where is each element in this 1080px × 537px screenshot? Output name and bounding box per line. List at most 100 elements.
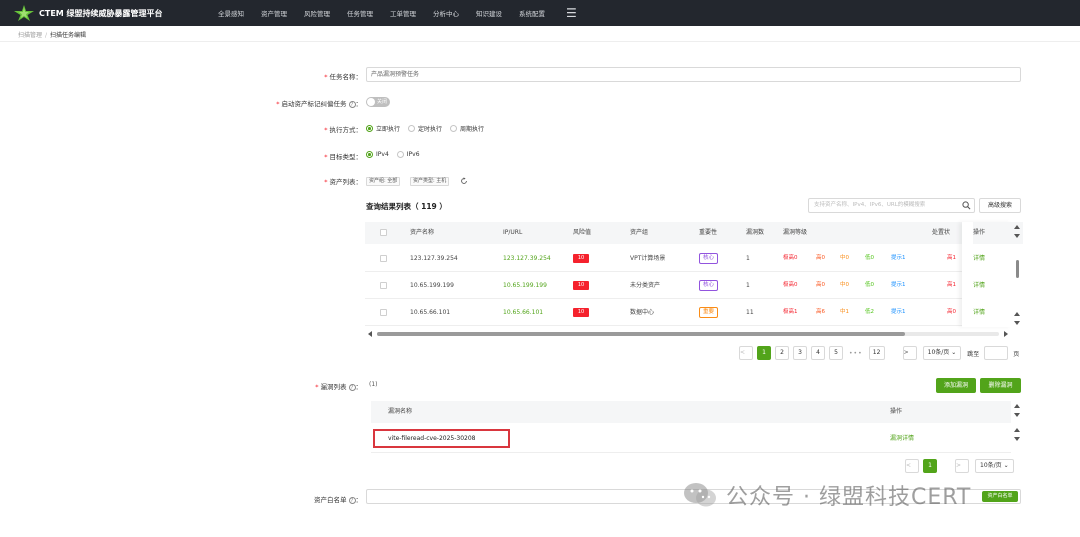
- nav-assets[interactable]: 资产管理: [261, 8, 287, 18]
- level-low: 低0: [865, 282, 874, 288]
- help-icon[interactable]: ?: [348, 100, 356, 108]
- help-icon[interactable]: ?: [348, 496, 356, 504]
- vuln-vertical-scrollbar[interactable]: [1013, 402, 1021, 452]
- prev-page-button[interactable]: <: [739, 346, 753, 360]
- row-checkbox[interactable]: [380, 282, 387, 289]
- radio-dot-icon: [450, 125, 458, 132]
- scroll-right-icon[interactable]: [1004, 331, 1008, 337]
- radio-periodic[interactable]: 周期执行: [450, 124, 484, 133]
- radio-ipv6[interactable]: IPv6: [396, 151, 420, 158]
- cell-vuln-count: 1: [746, 255, 750, 262]
- task-name-input[interactable]: 产品漏洞预警任务: [366, 67, 1021, 82]
- table-row[interactable]: 10.65.66.101 10.65.66.101 10 数据中心 重要 11 …: [365, 299, 1011, 326]
- refresh-icon[interactable]: [460, 177, 468, 185]
- select-all-checkbox[interactable]: [380, 229, 387, 236]
- jump-page-input[interactable]: [984, 346, 1009, 360]
- app-logo[interactable]: CTEM 绿盟持续威胁暴露管理平台: [14, 5, 204, 21]
- asset-tag-toggle[interactable]: 关闭: [366, 97, 390, 107]
- prev-page-button[interactable]: <: [905, 459, 919, 473]
- cell-ip[interactable]: 123.127.39.254: [503, 245, 551, 272]
- scroll-down-icon[interactable]: [1014, 321, 1020, 325]
- vuln-list-label: * 漏洞列表?：: [315, 383, 362, 391]
- detail-link[interactable]: 详情: [973, 272, 985, 299]
- level-high: 高0: [816, 255, 825, 261]
- page-1[interactable]: 1: [757, 346, 771, 360]
- level-critical: 极高0: [783, 255, 798, 261]
- scroll-up-icon[interactable]: [1014, 404, 1020, 408]
- breadcrumb-parent[interactable]: 扫描管理: [18, 32, 42, 39]
- radio-dot-icon: [366, 151, 373, 158]
- nav-knowledge[interactable]: 知识建设: [476, 8, 502, 18]
- search-icon[interactable]: [962, 201, 971, 210]
- page-4[interactable]: 4: [811, 346, 825, 360]
- radio-scheduled[interactable]: 定时执行: [408, 124, 442, 133]
- page-2[interactable]: 2: [775, 346, 789, 360]
- page-size-select[interactable]: 10条/页 ⌄: [922, 346, 962, 360]
- table-row[interactable]: 123.127.39.254 123.127.39.254 10 VPT计算场景…: [365, 245, 1011, 272]
- delete-vuln-button[interactable]: 删除漏洞: [980, 378, 1021, 393]
- row-checkbox[interactable]: [380, 309, 387, 316]
- row-checkbox[interactable]: [380, 255, 387, 262]
- nav-tasks[interactable]: 任务管理: [347, 8, 373, 18]
- results-horizontal-scrollbar[interactable]: [365, 330, 1011, 338]
- scroll-up-icon[interactable]: [1014, 312, 1020, 316]
- scroll-down-icon[interactable]: [1014, 413, 1020, 417]
- cell-ip[interactable]: 10.65.199.199: [503, 272, 547, 299]
- whitelist-button[interactable]: 资产白名单: [982, 491, 1018, 502]
- page-last[interactable]: 12: [868, 346, 885, 360]
- radio-label: 周期执行: [460, 126, 485, 133]
- radio-ipv4[interactable]: IPv4: [366, 151, 389, 158]
- asset-list-label: * 资产列表：: [324, 178, 362, 186]
- col-asset-group: 资产组: [630, 229, 649, 236]
- scroll-up-icon[interactable]: [1014, 428, 1020, 432]
- cell-asset-name: 10.65.66.101: [410, 309, 451, 316]
- jump-suffix: 页: [1013, 350, 1020, 358]
- page-size-select[interactable]: 10条/页 ⌄: [975, 459, 1014, 473]
- page-size-value: 10条/页: [980, 462, 1002, 469]
- scroll-down-icon[interactable]: [1014, 234, 1020, 238]
- importance-badge: 核心: [699, 253, 719, 264]
- col-risk: 风险值: [573, 229, 592, 236]
- page-5[interactable]: 5: [829, 346, 843, 360]
- asset-search-input[interactable]: 支持资产名称、IPv4、IPv6、URL的模糊搜索: [808, 198, 975, 213]
- app-title: CTEM 绿盟持续威胁暴露管理平台: [39, 8, 163, 18]
- cell-asset-group: 数据中心: [630, 309, 655, 316]
- asset-type-tag[interactable]: 资产类型: 主机: [410, 177, 450, 186]
- level-medium: 中0: [840, 282, 849, 288]
- toggle-text: 关闭: [377, 99, 388, 105]
- nav-tickets[interactable]: 工单管理: [390, 8, 416, 18]
- page-1[interactable]: 1: [923, 459, 937, 473]
- next-page-button[interactable]: >: [902, 346, 917, 360]
- nsfocus-logo-icon: [14, 5, 34, 21]
- cell-handle-status: 高1: [947, 282, 956, 288]
- scrollbar-thumb[interactable]: [1015, 260, 1019, 278]
- scroll-up-icon[interactable]: [1014, 225, 1020, 229]
- nav-overview[interactable]: 全景感知: [218, 8, 244, 18]
- next-page-button[interactable]: >: [955, 459, 969, 473]
- table-row[interactable]: 10.65.199.199 10.65.199.199 10 未分类资产 核心 …: [365, 272, 1011, 299]
- results-vertical-scrollbar[interactable]: [1013, 223, 1021, 327]
- page-ellipsis[interactable]: •••: [849, 350, 863, 357]
- nav-risk[interactable]: 风险管理: [304, 8, 330, 18]
- page-3[interactable]: 3: [793, 346, 807, 360]
- scroll-down-icon[interactable]: [1014, 437, 1020, 441]
- radio-immediate[interactable]: 立即执行: [366, 124, 400, 133]
- nav-settings[interactable]: 系统配置: [519, 8, 545, 18]
- col-vuln-count: 漏洞数: [746, 229, 765, 236]
- help-icon[interactable]: ?: [348, 383, 356, 391]
- hamburger-menu-icon[interactable]: ☰: [566, 7, 577, 19]
- vuln-detail-link[interactable]: 漏洞详情: [890, 425, 914, 453]
- scrollbar-thumb[interactable]: [377, 332, 905, 336]
- level-high: 高6: [816, 309, 825, 315]
- level-low: 低0: [865, 255, 874, 261]
- add-vuln-button[interactable]: 添加漏洞: [936, 378, 976, 393]
- nav-analysis[interactable]: 分析中心: [433, 8, 459, 18]
- scroll-left-icon[interactable]: [368, 331, 372, 337]
- detail-link[interactable]: 详情: [973, 245, 985, 272]
- detail-link[interactable]: 详情: [973, 299, 985, 326]
- breadcrumb: 扫描管理 / 扫描任务编辑: [18, 30, 86, 39]
- asset-group-tag[interactable]: 资产组: 全部: [366, 177, 401, 186]
- cell-ip[interactable]: 10.65.66.101: [503, 299, 543, 326]
- radio-dot-icon: [396, 151, 404, 158]
- advanced-search-button[interactable]: 高级搜索: [979, 198, 1021, 213]
